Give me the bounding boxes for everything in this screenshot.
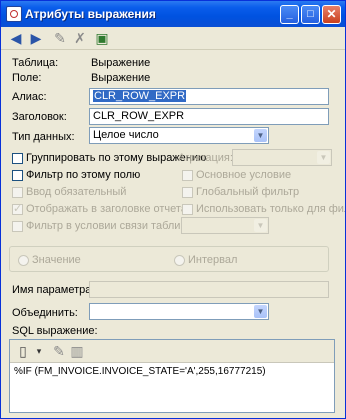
filter-by-label: Фильтр по этому полю	[26, 169, 141, 181]
param-name-input[interactable]	[89, 281, 329, 298]
group-by-checkbox[interactable]	[12, 153, 23, 164]
datatype-label: Тип данных:	[12, 131, 75, 143]
aggregation-label: Агрегация:	[178, 152, 233, 164]
chevron-down-icon: ▼	[317, 151, 330, 164]
title-bar[interactable]: Атрибуты выражения _ □ ✕	[1, 1, 345, 27]
field-label: Поле:	[12, 72, 42, 84]
input-required-label: Ввод обязательный	[26, 186, 127, 198]
combine-select[interactable]: ▼	[89, 303, 269, 320]
dialog-window: Атрибуты выражения _ □ ✕ ◀ ▶ ✎ ✗ ▣ Табли…	[0, 0, 346, 419]
alias-value: CLR_ROW_EXPR	[93, 90, 187, 102]
back-arrow-icon[interactable]: ◀	[7, 29, 25, 47]
main-condition-label: Основное условие	[196, 169, 292, 181]
datatype-select[interactable]: Целое число ▼	[89, 127, 269, 144]
alias-label: Алиас:	[12, 91, 47, 103]
global-filter-checkbox[interactable]	[182, 187, 193, 198]
field-value: Выражение	[91, 72, 151, 84]
interval-radio-label: Интервал	[188, 254, 238, 266]
trash-icon[interactable]: ▥	[68, 342, 86, 360]
chevron-down-icon: ▼	[254, 219, 267, 232]
datatype-value: Целое число	[93, 129, 159, 141]
value-radio[interactable]	[18, 255, 29, 266]
table-label: Таблица:	[12, 57, 59, 69]
show-in-header-label: Отображать в заголовке отчета	[26, 203, 187, 215]
chevron-down-icon: ▼	[254, 305, 267, 318]
filter-by-checkbox[interactable]	[12, 170, 23, 181]
edit-pencil-icon[interactable]: ✎	[51, 29, 69, 47]
sql-label: SQL выражение:	[12, 325, 98, 337]
new-record-icon[interactable]: ▣	[93, 29, 111, 47]
use-only-for-filter-checkbox[interactable]	[182, 204, 193, 215]
delete-icon[interactable]: ✗	[71, 29, 89, 47]
toolbar: ◀ ▶ ✎ ✗ ▣	[1, 27, 345, 50]
use-only-for-filter-label: Использовать только для фильтра	[196, 203, 345, 215]
input-required-checkbox[interactable]	[12, 187, 23, 198]
show-in-header-checkbox[interactable]	[12, 202, 23, 215]
table-value: Выражение	[91, 57, 151, 69]
value-type-group: Значение Интервал	[9, 246, 329, 272]
minimize-button[interactable]: _	[280, 5, 299, 24]
dropdown-arrow-icon[interactable]: ▾	[30, 342, 48, 360]
header-label: Заголовок:	[12, 111, 67, 123]
filter-in-join-label: Фильтр в условии связи таблицы	[26, 220, 195, 232]
alias-input[interactable]: CLR_ROW_EXPR	[89, 88, 329, 105]
filter-in-join-checkbox[interactable]	[12, 221, 23, 232]
edit-pencil-icon[interactable]: ✎	[50, 342, 68, 360]
sql-editor[interactable]: ▯ ▾ ✎ ▥ %IF (FM_INVOICE.INVOICE_STATE='A…	[9, 339, 335, 413]
global-filter-label: Глобальный фильтр	[196, 186, 300, 198]
join-filter-select[interactable]: ▼	[181, 217, 269, 234]
sql-toolbar: ▯ ▾ ✎ ▥	[10, 340, 334, 363]
aggregation-select[interactable]: ▼	[232, 149, 332, 166]
param-name-label: Имя параметра:	[12, 284, 95, 296]
maximize-button[interactable]: □	[301, 5, 320, 24]
window-title: Атрибуты выражения	[25, 7, 156, 21]
chevron-down-icon: ▼	[254, 129, 267, 142]
main-condition-checkbox[interactable]	[182, 170, 193, 181]
combine-label: Объединить:	[12, 307, 78, 319]
header-input[interactable]: CLR_ROW_EXPR	[89, 108, 329, 125]
value-radio-label: Значение	[32, 254, 81, 266]
forward-arrow-icon[interactable]: ▶	[27, 29, 45, 47]
sql-text[interactable]: %IF (FM_INVOICE.INVOICE_STATE='A',255,16…	[14, 366, 266, 377]
close-button[interactable]: ✕	[322, 5, 341, 24]
app-icon	[6, 6, 22, 22]
interval-radio[interactable]	[174, 255, 185, 266]
